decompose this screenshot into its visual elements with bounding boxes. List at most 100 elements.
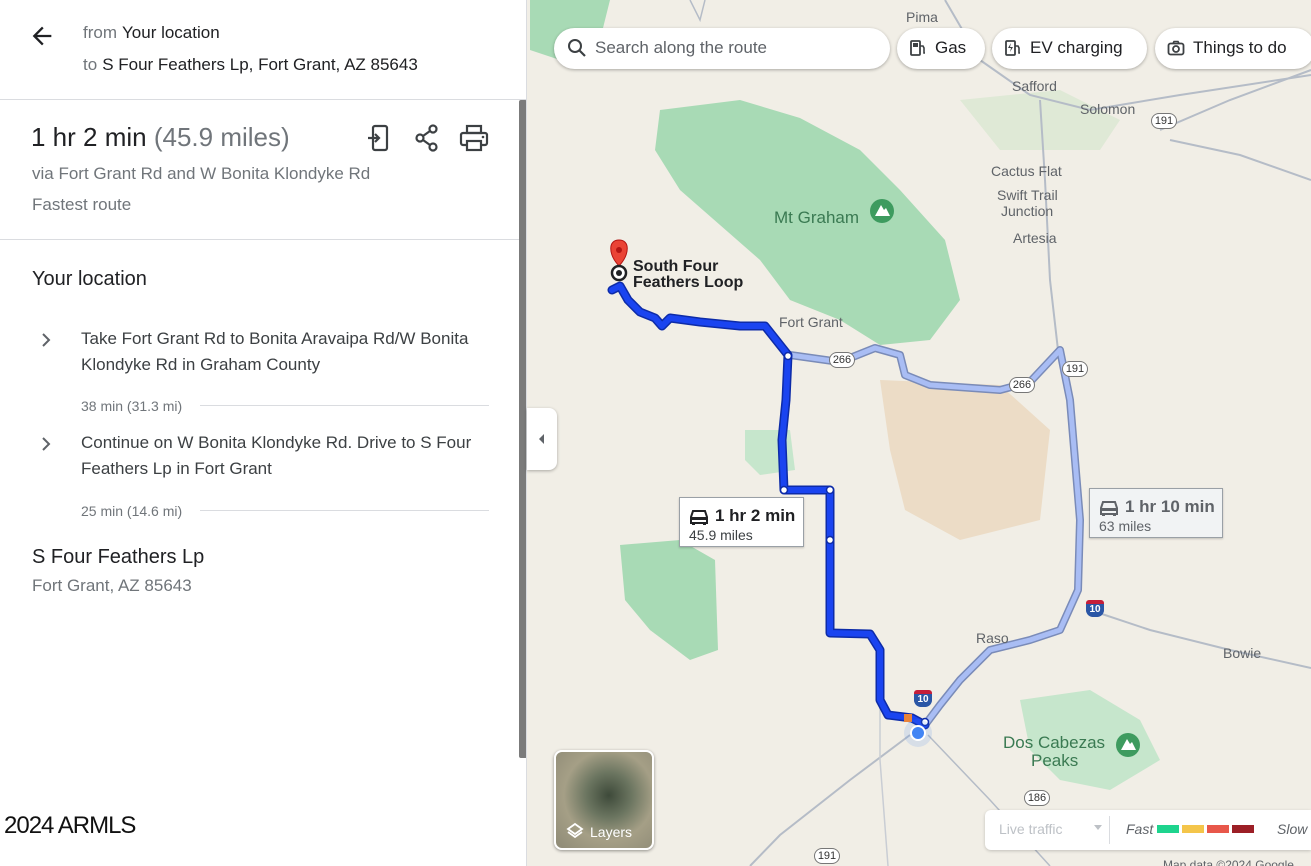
traffic-divider xyxy=(1109,816,1110,844)
route-waypoint xyxy=(779,485,789,495)
mountain-icon[interactable] xyxy=(870,199,894,223)
az-266-shield: 266 xyxy=(829,352,855,368)
destination-field[interactable]: to S Four Feathers Lp, Fort Grant, AZ 856… xyxy=(83,55,418,75)
destination-prefix: to xyxy=(83,55,98,74)
us-191-shield: 191 xyxy=(814,848,840,864)
place-label-cactus-flat: Cactus Flat xyxy=(991,163,1062,179)
traffic-moderate-swatch xyxy=(1182,825,1204,833)
gas-station-icon xyxy=(910,40,925,56)
search-along-route-bar[interactable] xyxy=(554,28,890,69)
traffic-legend: Live traffic Fast Slow xyxy=(985,810,1311,850)
route-duration: 1 hr 2 min (45.9 miles) xyxy=(31,122,290,153)
az-266-shield: 266 xyxy=(1009,377,1035,393)
panel-scrollbar[interactable] xyxy=(519,100,526,758)
ev-charging-chip[interactable]: EV charging xyxy=(992,28,1147,69)
car-icon xyxy=(1100,501,1118,516)
origin-prefix: from xyxy=(83,23,117,42)
place-label-dos-cabezas: Dos Cabezas xyxy=(1003,733,1106,752)
route-waypoint xyxy=(783,351,793,361)
traffic-slow-swatch xyxy=(1207,825,1229,833)
i-10-shield: 10 xyxy=(914,690,932,707)
map-canvas[interactable]: Pima Safford Solomon Cactus Flat Swift T… xyxy=(527,0,1311,866)
layers-button[interactable]: Layers xyxy=(554,750,654,850)
print-icon[interactable] xyxy=(458,122,490,154)
send-to-phone-icon[interactable] xyxy=(364,122,396,154)
place-label-peaks: Peaks xyxy=(1031,751,1079,770)
collapse-panel-button[interactable] xyxy=(527,408,557,470)
layers-label: Layers xyxy=(590,824,633,840)
main-route-duration: 1 hr 2 min xyxy=(715,506,796,525)
route-distance: (45.9 miles) xyxy=(153,122,290,152)
place-label-raso: Raso xyxy=(976,630,1009,646)
destination-value: S Four Feathers Lp, Fort Grant, AZ 85643 xyxy=(102,55,418,74)
directions-panel: from Your location to S Four Feathers Lp, … xyxy=(0,0,527,866)
place-label-mt-graham: Mt Graham xyxy=(774,208,860,227)
destination-map-label[interactable]: Feathers Loop xyxy=(633,275,743,291)
chevron-right-icon[interactable] xyxy=(36,434,56,454)
place-label-junction: Junction xyxy=(1001,203,1054,219)
origin-value: Your location xyxy=(122,23,220,42)
farmland-area xyxy=(960,90,1120,150)
step-duration: 38 min (31.3 mi) xyxy=(81,398,183,414)
alt-route-callout[interactable]: 1 hr 10 min 63 miles xyxy=(1089,488,1223,538)
ev-charging-icon xyxy=(1005,40,1020,56)
us-191-shield: 191 xyxy=(1062,361,1088,377)
i-10-shield-number: 10 xyxy=(1086,604,1104,617)
camera-icon xyxy=(1167,40,1185,56)
place-label-artesia: Artesia xyxy=(1013,230,1057,246)
route-summary: 1 hr 2 min (45.9 miles) via Fort Grant R… xyxy=(0,100,519,240)
map-attribution: Map data ©2024 Google xyxy=(1163,858,1294,866)
route-type: Fastest route xyxy=(32,195,132,214)
mountain-icon[interactable] xyxy=(1116,733,1140,757)
car-icon xyxy=(690,510,708,525)
things-to-do-chip[interactable]: Things to do xyxy=(1155,28,1311,69)
origin-field[interactable]: from Your location xyxy=(83,23,220,43)
steps-start-label: Your location xyxy=(32,268,147,290)
traffic-fast-label: Fast xyxy=(1126,821,1154,837)
traffic-very-slow-swatch xyxy=(1232,825,1254,833)
search-icon xyxy=(568,39,586,57)
step-divider xyxy=(200,510,489,511)
route-waypoint xyxy=(825,535,835,545)
i-10-shield: 10 xyxy=(1086,600,1104,617)
step-divider xyxy=(200,405,489,406)
listing-watermark: 2024 ARMLS xyxy=(4,812,136,839)
terrain-area xyxy=(880,380,1050,540)
destination-map-label[interactable]: South Four xyxy=(633,259,718,275)
direction-step[interactable]: Continue on W Bonita Klondyke Rd. Drive … xyxy=(0,430,519,522)
place-label-bowie: Bowie xyxy=(1223,645,1262,661)
gas-chip[interactable]: Gas xyxy=(897,28,985,69)
current-location-icon[interactable] xyxy=(910,725,926,741)
route-waypoint xyxy=(825,485,835,495)
ev-charging-chip-label: EV charging xyxy=(1030,38,1123,57)
place-label-solomon: Solomon xyxy=(1080,101,1136,117)
us-191-shield: 191 xyxy=(1151,113,1177,129)
step-text: Continue on W Bonita Klondyke Rd. Drive … xyxy=(81,433,472,478)
alt-route-distance: 63 miles xyxy=(1099,518,1152,534)
forest-area xyxy=(620,540,718,660)
directions-header: from Your location to S Four Feathers Lp, … xyxy=(0,0,526,100)
main-route-callout[interactable]: 1 hr 2 min 45.9 miles xyxy=(679,497,804,547)
traffic-fast-swatch xyxy=(1157,825,1179,833)
map-graphics xyxy=(530,0,1311,866)
gas-chip-label: Gas xyxy=(935,38,967,57)
destination-address: Fort Grant, AZ 85643 xyxy=(32,576,192,595)
traffic-marker xyxy=(904,714,912,722)
destination-name: S Four Feathers Lp xyxy=(32,546,205,568)
place-label-fort-grant: Fort Grant xyxy=(779,314,843,330)
main-route-distance: 45.9 miles xyxy=(689,527,753,543)
place-label-safford: Safford xyxy=(1012,78,1057,94)
alt-route-duration: 1 hr 10 min xyxy=(1125,497,1215,516)
share-icon[interactable] xyxy=(411,122,443,154)
live-traffic-dropdown[interactable]: Live traffic xyxy=(999,821,1063,837)
place-label-pima: Pima xyxy=(906,9,938,25)
direction-step[interactable]: Take Fort Grant Rd to Bonita Aravaipa Rd… xyxy=(0,326,519,418)
search-input[interactable] xyxy=(595,36,875,60)
traffic-slow-label: Slow xyxy=(1277,821,1308,837)
caret-left-icon xyxy=(539,434,544,444)
route-time: 1 hr 2 min xyxy=(31,122,147,152)
chevron-right-icon[interactable] xyxy=(36,330,56,350)
back-arrow-icon[interactable] xyxy=(28,22,56,50)
step-duration: 25 min (14.6 mi) xyxy=(81,503,183,519)
caret-down-icon[interactable] xyxy=(1093,824,1103,832)
